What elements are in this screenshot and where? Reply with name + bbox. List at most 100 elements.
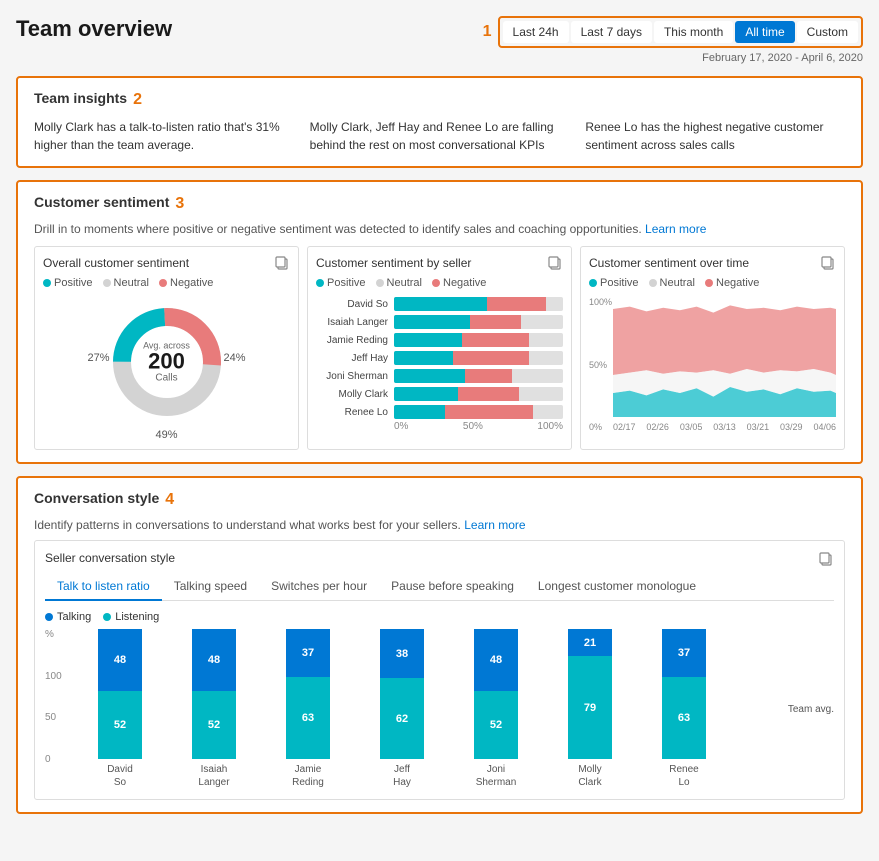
copy-icon[interactable] xyxy=(274,255,290,271)
bar-negative xyxy=(470,315,521,329)
copy-icon-4[interactable] xyxy=(818,551,834,567)
listening-segment: 52 xyxy=(474,691,518,759)
conversation-tabs: Talk to listen ratioTalking speedSwitche… xyxy=(45,573,834,601)
talk-bar-stack: 37 63 xyxy=(286,629,330,759)
talking-segment: 48 xyxy=(192,629,236,691)
talk-bar-group: 21 79 MollyClark xyxy=(545,629,635,789)
legend-negative: Negative xyxy=(170,277,213,289)
talking-segment: 48 xyxy=(98,629,142,691)
talk-bar-group: 48 52 IsaiahLanger xyxy=(169,629,259,789)
sentiment-learn-more[interactable]: Learn more xyxy=(645,222,706,236)
step-4-label: 4 xyxy=(165,491,174,509)
seller-bar-row: Joni Sherman xyxy=(316,369,563,383)
seller-name: Jeff Hay xyxy=(316,353,388,364)
listening-segment: 79 xyxy=(568,656,612,759)
copy-icon-3[interactable] xyxy=(820,255,836,271)
seller-bar-name: ReneeLo xyxy=(669,763,698,789)
over-time-panel: Customer sentiment over time Positive Ne… xyxy=(580,246,845,450)
talk-bar-stack: 38 62 xyxy=(380,629,424,759)
over-time-legend: Positive Neutral Negative xyxy=(589,277,836,289)
bar-track xyxy=(394,405,563,419)
bar-positive xyxy=(394,369,465,383)
customer-sentiment-card: Customer sentiment 3 Drill in to moments… xyxy=(16,180,863,464)
bar-track xyxy=(394,333,563,347)
area-y-axis: 100% 50% 0% xyxy=(589,297,613,432)
talk-bar-stack: 37 63 xyxy=(662,629,706,759)
talk-bar-stack: 21 79 xyxy=(568,629,612,759)
talking-segment: 38 xyxy=(380,629,424,678)
time-btn-7d[interactable]: Last 7 days xyxy=(571,21,652,43)
listening-segment: 62 xyxy=(380,678,424,759)
page-title: Team overview xyxy=(16,16,172,42)
seller-name: Joni Sherman xyxy=(316,371,388,382)
seller-bar-row: Molly Clark xyxy=(316,387,563,401)
seller-bar-name: JoniSherman xyxy=(476,763,517,789)
conversation-description: Identify patterns in conversations to un… xyxy=(34,518,845,532)
bar-negative xyxy=(458,387,519,401)
pct-negative: 27% xyxy=(88,352,110,364)
insight-item-0: Molly Clark has a talk-to-listen ratio t… xyxy=(34,118,294,154)
seller-name: Molly Clark xyxy=(316,389,388,400)
bar-axis: 0% 50% 100% xyxy=(316,421,563,432)
conv-tab[interactable]: Switches per hour xyxy=(259,573,379,601)
talk-bar-group: 37 63 ReneeLo xyxy=(639,629,729,789)
seller-bar-name: JamieReding xyxy=(292,763,324,789)
area-chart-svg xyxy=(613,297,836,417)
conv-learn-more[interactable]: Learn more xyxy=(464,518,525,532)
talk-bar-group: 37 63 JamieReding xyxy=(263,629,353,789)
bar-negative xyxy=(487,297,546,311)
conv-tab[interactable]: Talking speed xyxy=(162,573,259,601)
y-0: 0 xyxy=(45,754,75,765)
sentiment-description: Drill in to moments where positive or ne… xyxy=(34,222,845,236)
overall-sentiment-panel: Overall customer sentiment Positive Neut… xyxy=(34,246,299,450)
time-btn-custom[interactable]: Custom xyxy=(797,21,858,43)
seller-bar-row: Renee Lo xyxy=(316,405,563,419)
time-btn-month[interactable]: This month xyxy=(654,21,733,43)
time-btn-24h[interactable]: Last 24h xyxy=(503,21,569,43)
conv-panel-header: Seller conversation style xyxy=(45,551,834,567)
time-btn-all[interactable]: All time xyxy=(735,21,794,43)
conv-panel-title: Seller conversation style xyxy=(45,551,175,567)
customer-sentiment-title: Customer sentiment xyxy=(34,194,169,210)
donut-chart: 27% Avg. across 200 xyxy=(43,297,290,441)
y-100: 100 xyxy=(45,671,75,682)
conv-tab[interactable]: Pause before speaking xyxy=(379,573,526,601)
conversation-style-card: Conversation style 4 Identify patterns i… xyxy=(16,476,863,814)
step-2-label: 2 xyxy=(133,91,142,109)
conversation-style-title: Conversation style xyxy=(34,490,159,506)
area-x-axis: 02/17 02/26 03/05 03/13 03/21 03/29 04/0… xyxy=(613,420,836,432)
sentiment-panels: Overall customer sentiment Positive Neut… xyxy=(34,246,845,450)
seller-bar-name: MollyClark xyxy=(578,763,601,789)
seller-bar-list: David So Isaiah Langer Jamie Reding Jeff… xyxy=(316,297,563,419)
bar-track xyxy=(394,297,563,311)
seller-name: Isaiah Langer xyxy=(316,317,388,328)
by-seller-title: Customer sentiment by seller xyxy=(316,256,471,270)
seller-name: Renee Lo xyxy=(316,407,388,418)
legend-listening: Listening xyxy=(115,611,159,623)
donut-center: Avg. across 200 Calls xyxy=(143,341,190,384)
seller-bar-name: JeffHay xyxy=(393,763,411,789)
conv-tab[interactable]: Longest customer monologue xyxy=(526,573,708,601)
seller-bar-name: DavidSo xyxy=(107,763,133,789)
conv-tab[interactable]: Talk to listen ratio xyxy=(45,573,162,601)
by-seller-panel: Customer sentiment by seller Positive Ne… xyxy=(307,246,572,450)
legend-talking: Talking xyxy=(57,611,91,623)
copy-icon-2[interactable] xyxy=(547,255,563,271)
time-filter-group: Last 24h Last 7 days This month All time… xyxy=(498,16,863,48)
over-time-title: Customer sentiment over time xyxy=(589,256,749,270)
area-chart-container: 100% 50% 0% xyxy=(589,297,836,432)
seller-bar-row: Jamie Reding xyxy=(316,333,563,347)
seller-bar-row: Jeff Hay xyxy=(316,351,563,365)
seller-conversation-panel: Seller conversation style Talk to listen… xyxy=(34,540,845,800)
legend-positive: Positive xyxy=(54,277,93,289)
bar-track xyxy=(394,315,563,329)
step-1-label: 1 xyxy=(483,23,492,41)
team-insights-card: Team insights 2 Molly Clark has a talk-t… xyxy=(16,76,863,168)
bar-positive xyxy=(394,297,487,311)
bar-positive xyxy=(394,387,458,401)
bar-track xyxy=(394,351,563,365)
bar-negative xyxy=(453,351,529,365)
by-seller-legend: Positive Neutral Negative xyxy=(316,277,563,289)
listening-segment: 63 xyxy=(286,677,330,759)
seller-name: David So xyxy=(316,299,388,310)
